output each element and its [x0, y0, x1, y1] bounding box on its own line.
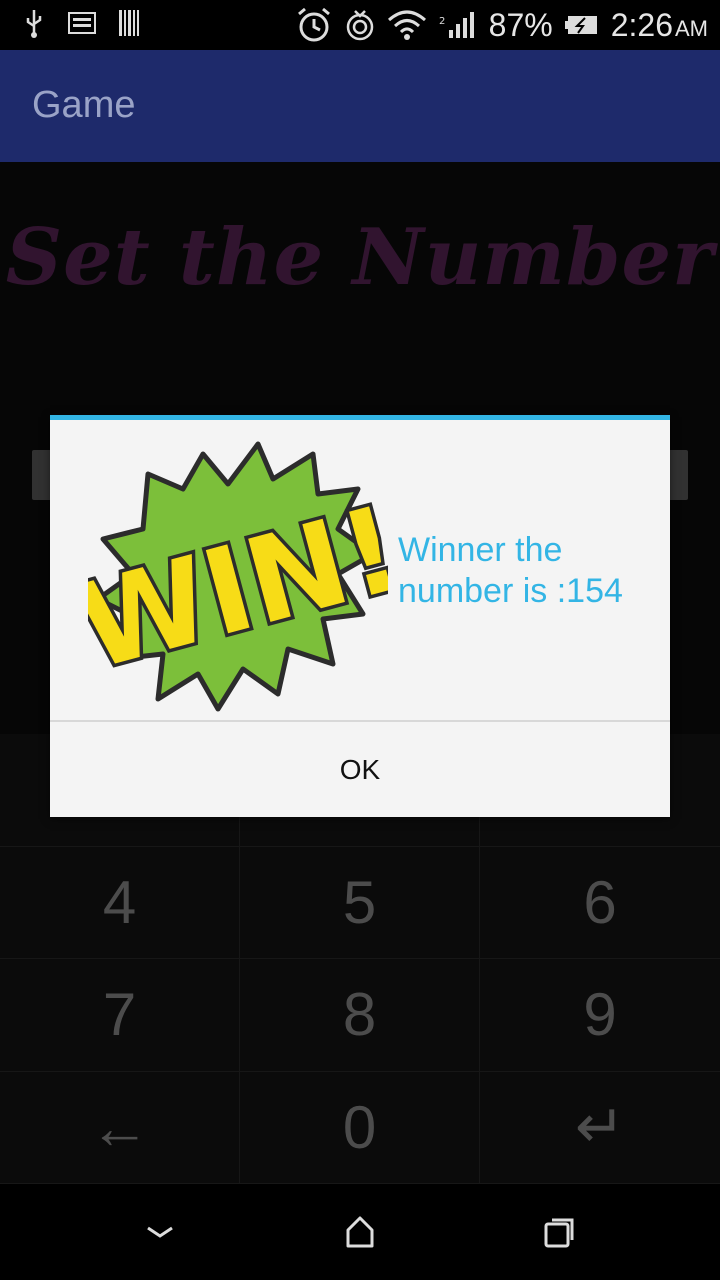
wifi-icon	[387, 10, 426, 40]
recents-icon[interactable]	[540, 1212, 580, 1252]
win-burst-image: WIN!	[88, 441, 388, 712]
status-bar: 2 87% 2:26AM	[0, 0, 720, 50]
dialog-body: WIN! Winner the number is :154	[50, 420, 670, 720]
dialog-message: Winner the number is :154	[398, 531, 623, 610]
svg-text:2: 2	[439, 16, 445, 27]
image-icon	[68, 12, 96, 34]
home-icon[interactable]	[340, 1212, 380, 1252]
win-dialog: WIN! Winner the number is :154 OK	[50, 415, 670, 817]
app-title: Game	[32, 84, 136, 126]
ok-button[interactable]: OK	[50, 722, 670, 817]
battery-percent: 87%	[488, 6, 553, 43]
usb-icon	[26, 10, 42, 38]
signal-icon: 2	[439, 12, 474, 38]
sync-icon	[346, 10, 373, 41]
action-bar: Game	[0, 50, 720, 162]
navigation-bar	[0, 1184, 720, 1280]
back-icon[interactable]	[140, 1212, 180, 1252]
clock: 2:26AM	[610, 6, 708, 43]
alarm-icon	[297, 7, 330, 42]
barcode-icon	[119, 10, 139, 36]
battery-icon	[564, 16, 597, 34]
